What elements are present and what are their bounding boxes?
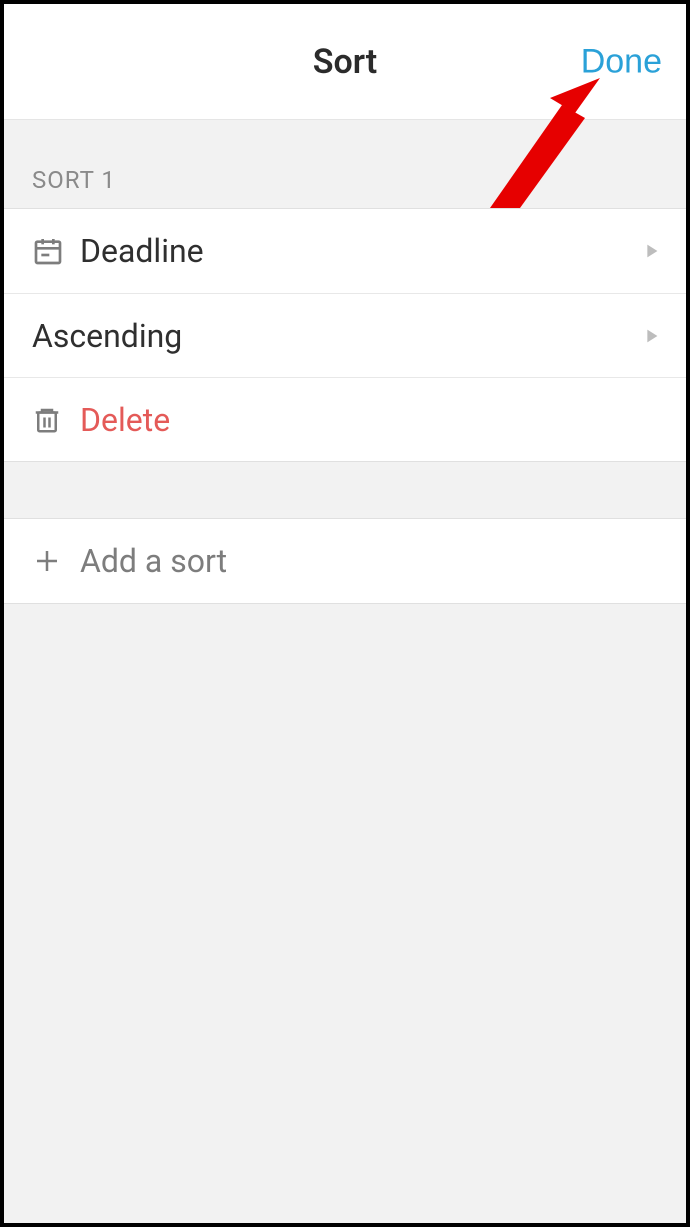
add-sort-row[interactable]: Add a sort [4, 519, 686, 603]
sort-1-group: Deadline Ascending Delete [4, 208, 686, 462]
sort-field-label: Deadline [80, 232, 640, 270]
delete-label: Delete [80, 401, 662, 439]
delete-sort-row[interactable]: Delete [4, 377, 686, 461]
chevron-right-icon [640, 325, 662, 347]
sort-order-label: Ascending [32, 317, 640, 355]
sort-field-row[interactable]: Deadline [4, 209, 686, 293]
calendar-icon [32, 235, 80, 267]
add-sort-group: Add a sort [4, 518, 686, 604]
section-header-sort-1: SORT 1 [4, 120, 686, 208]
empty-area [4, 604, 686, 1223]
add-sort-label: Add a sort [80, 542, 662, 580]
section-gap [4, 462, 686, 518]
page-title: Sort [313, 42, 377, 82]
done-button[interactable]: Done [581, 42, 662, 81]
plus-icon [32, 546, 80, 576]
chevron-right-icon [640, 240, 662, 262]
nav-bar: Sort Done [4, 4, 686, 120]
trash-icon [32, 405, 80, 435]
sort-order-row[interactable]: Ascending [4, 293, 686, 377]
